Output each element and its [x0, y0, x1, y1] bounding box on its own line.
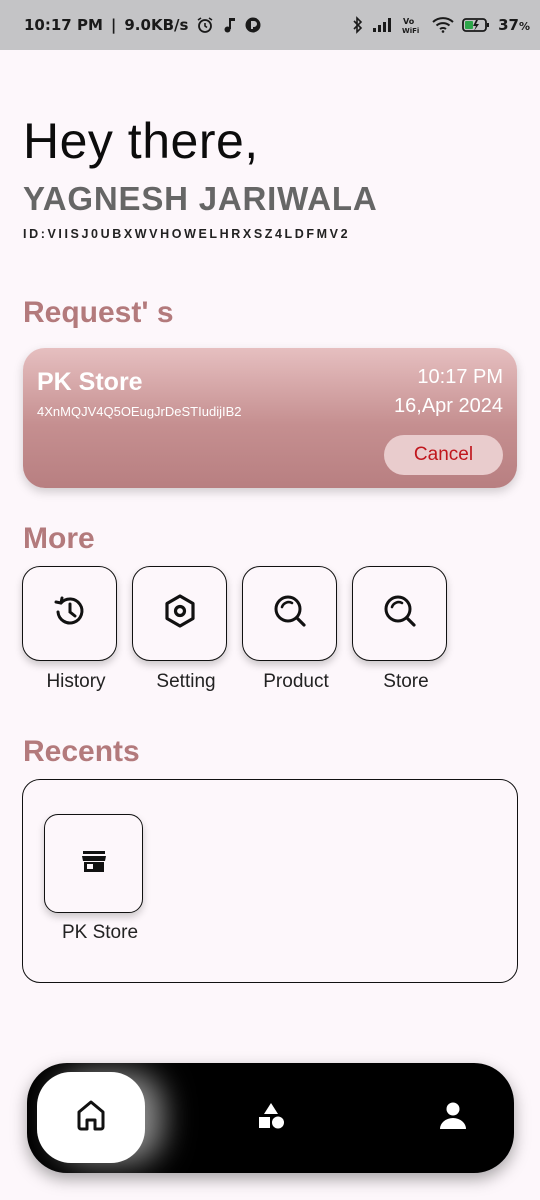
status-divider: | — [110, 16, 117, 34]
history-icon — [52, 593, 88, 634]
product-button[interactable] — [242, 566, 337, 661]
home-icon — [74, 1098, 108, 1137]
request-time: 10:17 PM — [417, 366, 503, 388]
product-label: Product — [263, 671, 329, 692]
app-notification-icon — [244, 16, 262, 34]
request-card[interactable]: PK Store 4XnMQJV4Q5OEugJrDeSTIudijIB2 10… — [23, 348, 517, 488]
status-right: Vo WiFi 37% — [352, 16, 530, 34]
bottom-navigation — [27, 1063, 514, 1173]
greeting-text: Hey there, — [23, 113, 259, 169]
cancel-request-button[interactable]: Cancel — [384, 435, 503, 475]
nav-categories-button[interactable] — [241, 1063, 301, 1173]
battery-percent: 37% — [498, 16, 530, 34]
wifi-icon — [432, 17, 454, 33]
alarm-icon — [196, 16, 214, 34]
nav-profile-button[interactable] — [423, 1063, 483, 1173]
bluetooth-icon — [352, 16, 364, 34]
svg-text:Vo: Vo — [403, 17, 415, 26]
battery-icon — [462, 17, 490, 33]
nav-home-button[interactable] — [37, 1072, 145, 1163]
setting-button[interactable] — [132, 566, 227, 661]
more-title: More — [23, 522, 95, 555]
settings-icon — [162, 593, 198, 634]
shapes-icon — [256, 1101, 286, 1136]
search-icon — [271, 592, 309, 635]
request-store-name: PK Store — [37, 368, 143, 396]
requests-title: Request' s — [23, 296, 174, 329]
recent-item-pk-store[interactable] — [44, 814, 143, 913]
music-note-icon — [222, 16, 236, 34]
store-label: Store — [383, 671, 429, 692]
person-icon — [439, 1101, 467, 1136]
status-speed: 9.0KB/s — [124, 16, 189, 34]
history-label: History — [46, 671, 106, 692]
request-code: 4XnMQJV4Q5OEugJrDeSTIudijIB2 — [37, 404, 242, 419]
request-date: 16,Apr 2024 — [394, 395, 503, 417]
vowifi-icon: Vo WiFi — [402, 16, 424, 34]
user-name: YAGNESH JARIWALA — [23, 180, 378, 217]
signal-icon — [372, 17, 394, 33]
user-id: ID:VIISJ0UBXWVHOWELHRXSZ4LDFMV2 — [23, 227, 351, 241]
search-icon — [381, 592, 419, 635]
setting-label: Setting — [156, 671, 216, 692]
recents-title: Recents — [23, 735, 140, 768]
status-time: 10:17 PM — [24, 16, 103, 34]
history-button[interactable] — [22, 566, 117, 661]
svg-text:WiFi: WiFi — [402, 27, 419, 34]
status-bar: 10:17 PM | 9.0KB/s Vo WiFi 37% — [0, 0, 540, 50]
store-icon — [81, 849, 107, 878]
recent-item-label: PK Store — [61, 922, 139, 943]
store-button[interactable] — [352, 566, 447, 661]
status-left: 10:17 PM | 9.0KB/s — [24, 16, 262, 34]
